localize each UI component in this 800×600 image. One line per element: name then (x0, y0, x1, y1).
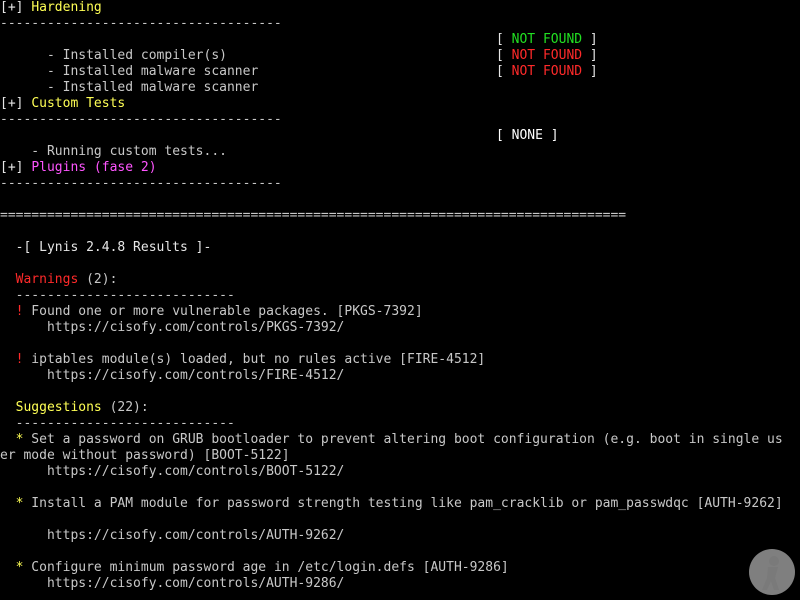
suggestions-title: Suggestions (15, 400, 102, 415)
status-text: NOT FOUND (511, 48, 583, 63)
item-label: - Installed malware scanner (15, 80, 259, 95)
suggestions-header: Suggestions (22): (0, 400, 149, 416)
status-text: NOT FOUND (511, 32, 583, 47)
plugins-header: [+] Plugins (fase 2) (0, 160, 157, 175)
warnings-rule: ---------------------------- (0, 288, 235, 303)
warning-text: Found one or more vulnerable packages. [… (23, 304, 423, 319)
suggestion-item: * Set a password on GRUB bootloader to p… (0, 432, 783, 448)
custom-tests-title: Custom Tests (31, 96, 126, 111)
separator: ========================================… (0, 208, 627, 223)
status-badge: [ NOT FOUND ] (496, 48, 598, 63)
hardening-bracket: [+] (0, 0, 24, 15)
custom-tests-rule: ------------------------------------ (0, 112, 282, 127)
suggestion-text-wrap: er mode without password) [BOOT-5122] (0, 448, 290, 463)
plugins-rule: ------------------------------------ (0, 176, 282, 191)
status-badge: [ NONE ] (496, 128, 559, 143)
warning-link: https://cisofy.com/controls/FIRE-4512/ (0, 368, 345, 383)
warning-item: ! Found one or more vulnerable packages.… (0, 304, 423, 320)
suggestion-item: * Configure minimum password age in /etc… (0, 560, 509, 576)
suggestion-link: https://cisofy.com/controls/AUTH-9262/ (0, 528, 345, 543)
suggestion-text: Set a password on GRUB bootloader to pre… (23, 432, 783, 447)
hardening-header: [+] Hardening (0, 0, 102, 16)
custom-tests-header: [+] Custom Tests (0, 96, 126, 111)
suggestions-count: (22): (101, 400, 149, 415)
status-badge: [ NOT FOUND ] (496, 32, 598, 47)
warnings-title: Warnings (15, 272, 79, 287)
suggestion-link: https://cisofy.com/controls/AUTH-9286/ (0, 576, 345, 591)
suggestions-rule: ---------------------------- (0, 416, 235, 431)
suggestion-text: Install a PAM module for password streng… (23, 496, 783, 511)
custom-tests-item: - Running custom tests... [ NONE ] (0, 128, 800, 159)
hardening-item-malware-1: - Installed malware scanner [ NOT FOUND … (0, 48, 800, 79)
hardening-item-compilers: - Installed compiler(s) [ NOT FOUND ] (0, 32, 800, 63)
plugins-title: Plugins (fase 2) (31, 160, 157, 175)
results-header: -[ Lynis 2.4.8 Results ]- (0, 240, 212, 255)
hardening-rule: ------------------------------------ (0, 16, 282, 31)
suggestion-text: Configure minimum password age in /etc/l… (23, 560, 509, 575)
warnings-header: Warnings (2): (0, 272, 118, 288)
warning-item: ! iptables module(s) loaded, but no rule… (0, 352, 486, 368)
hardening-item-malware-2: - Installed malware scanner [ NOT FOUND … (0, 64, 800, 95)
status-badge: [ NOT FOUND ] (496, 64, 598, 79)
warning-link: https://cisofy.com/controls/PKGS-7392/ (0, 320, 345, 335)
suggestion-link: https://cisofy.com/controls/BOOT-5122/ (0, 464, 345, 479)
person-logo-icon (749, 549, 795, 595)
item-label: - Running custom tests... (15, 144, 227, 159)
hardening-title: Hardening (31, 0, 102, 15)
warning-text: iptables module(s) loaded, but no rules … (23, 352, 486, 367)
suggestion-item: * Install a PAM module for password stre… (0, 496, 783, 512)
status-text: NOT FOUND (511, 64, 583, 79)
warnings-count: (2): (78, 272, 118, 287)
